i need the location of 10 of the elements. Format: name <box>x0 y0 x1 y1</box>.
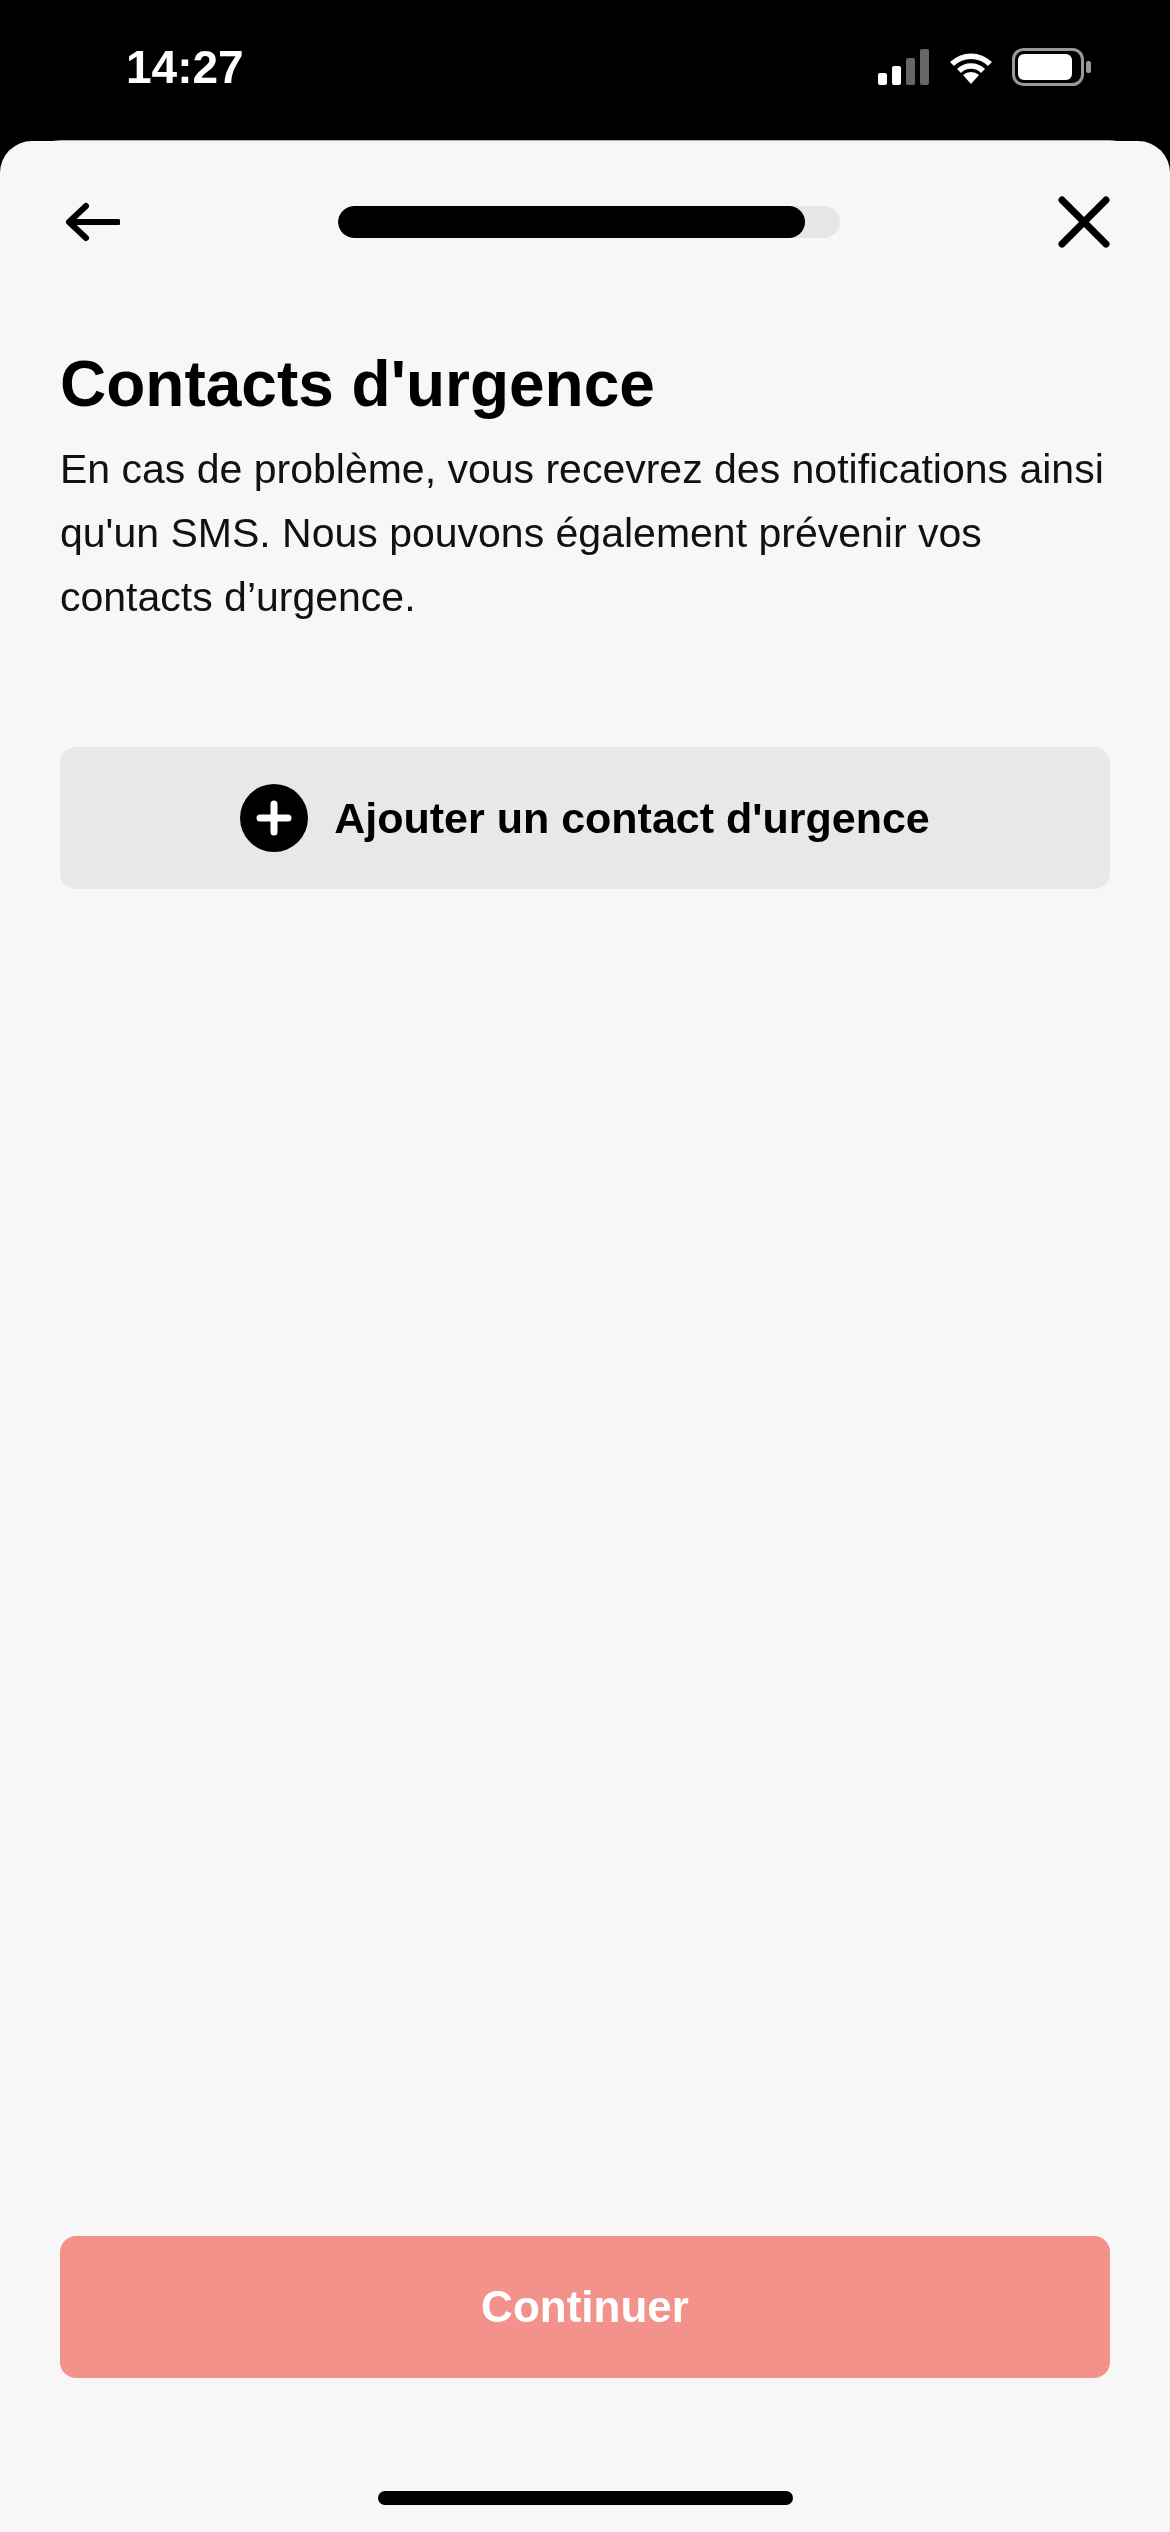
add-contact-button[interactable]: Ajouter un contact d'urgence <box>60 747 1110 889</box>
back-arrow-icon[interactable] <box>64 202 120 242</box>
battery-icon <box>1012 48 1092 86</box>
wifi-icon <box>948 50 994 84</box>
plus-circle-icon <box>240 784 309 852</box>
page-title: Contacts d'urgence <box>60 347 656 421</box>
description-text: En cas de problème, vous recevrez des notifications ainsi qu'un SMS. Nous pouvons également prévenir vos contacts d’urgence. <box>60 445 1105 622</box>
close-icon[interactable] <box>1058 196 1110 248</box>
status-time: 14:27 <box>126 40 244 94</box>
signal-icon <box>878 49 930 85</box>
